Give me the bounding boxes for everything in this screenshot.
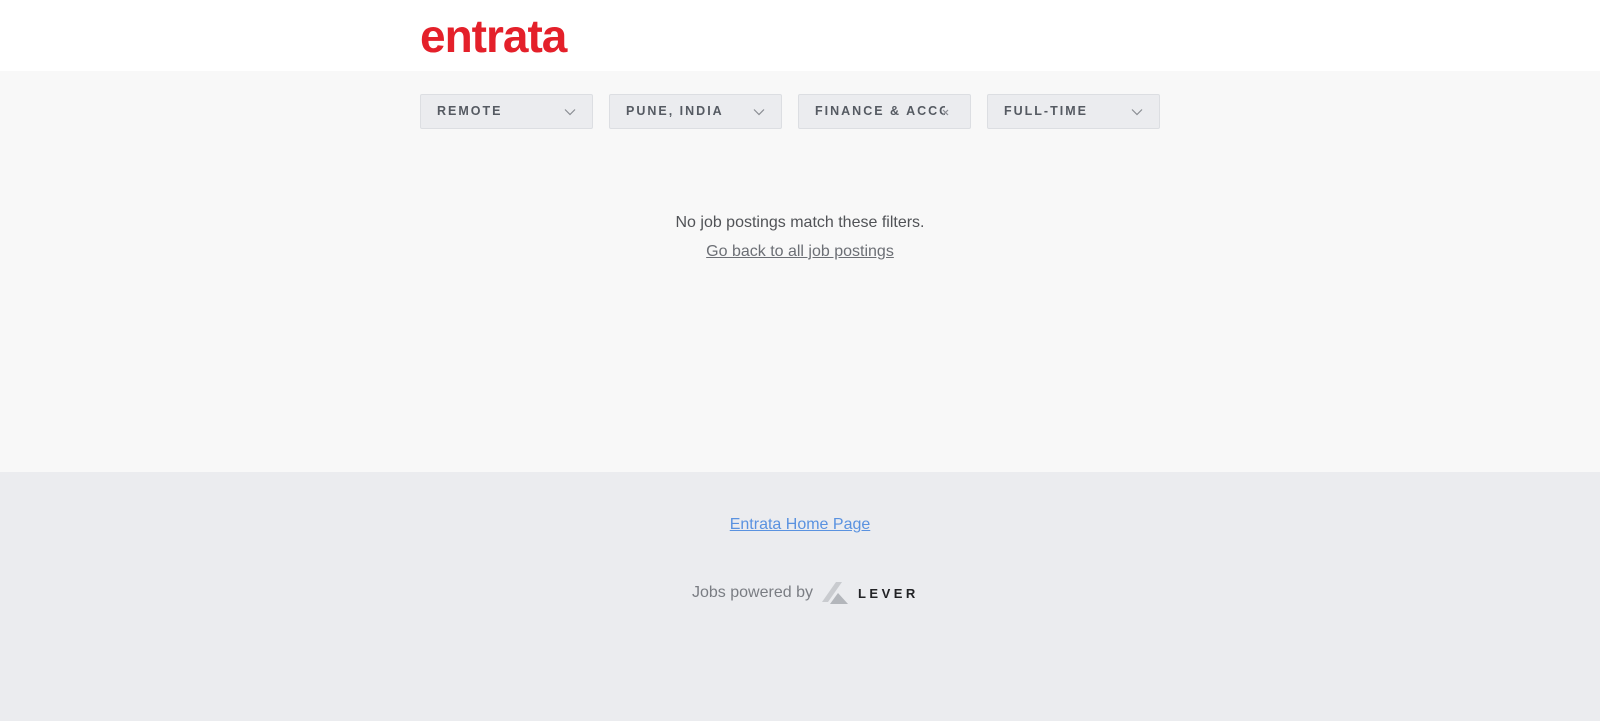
chevron-down-icon — [1131, 109, 1143, 116]
entrata-logo[interactable]: entrata — [420, 12, 610, 60]
filter-bar: REMOTE PUNE, INDIA FINANCE & ACCOUNTING … — [420, 94, 1160, 129]
lever-wordmark: LEVER — [857, 585, 919, 601]
filter-label: PUNE, INDIA — [626, 104, 724, 118]
empty-results-message: No job postings match these filters. — [675, 214, 925, 231]
page-header: entrata — [0, 0, 1600, 71]
filter-commitment[interactable]: FULL-TIME — [987, 94, 1160, 129]
home-link-wrapper: Entrata Home Page — [0, 516, 1600, 534]
filter-label: FINANCE & ACCOUNTING — [815, 104, 945, 118]
close-icon[interactable] — [940, 107, 952, 117]
back-link-wrapper: Go back to all job postings — [0, 243, 1600, 261]
logo-text: entrata — [420, 12, 568, 60]
filter-team[interactable]: FINANCE & ACCOUNTING — [798, 94, 971, 129]
back-to-all-postings-link[interactable]: Go back to all job postings — [706, 243, 894, 260]
filter-work-type[interactable]: REMOTE — [420, 94, 593, 129]
entrata-home-link[interactable]: Entrata Home Page — [730, 516, 871, 533]
chevron-down-icon — [564, 109, 576, 116]
lever-logo-icon — [821, 582, 848, 604]
powered-by-text: Jobs powered by — [692, 584, 813, 601]
chevron-down-icon — [753, 109, 765, 116]
powered-by[interactable]: Jobs powered by LEVER — [692, 578, 919, 608]
job-list-section: REMOTE PUNE, INDIA FINANCE & ACCOUNTING … — [0, 71, 1600, 472]
filter-location[interactable]: PUNE, INDIA — [609, 94, 782, 129]
filter-label: REMOTE — [437, 104, 503, 118]
page-footer: Entrata Home Page Jobs powered by LEVER — [0, 472, 1600, 721]
filter-label: FULL-TIME — [1004, 104, 1088, 118]
